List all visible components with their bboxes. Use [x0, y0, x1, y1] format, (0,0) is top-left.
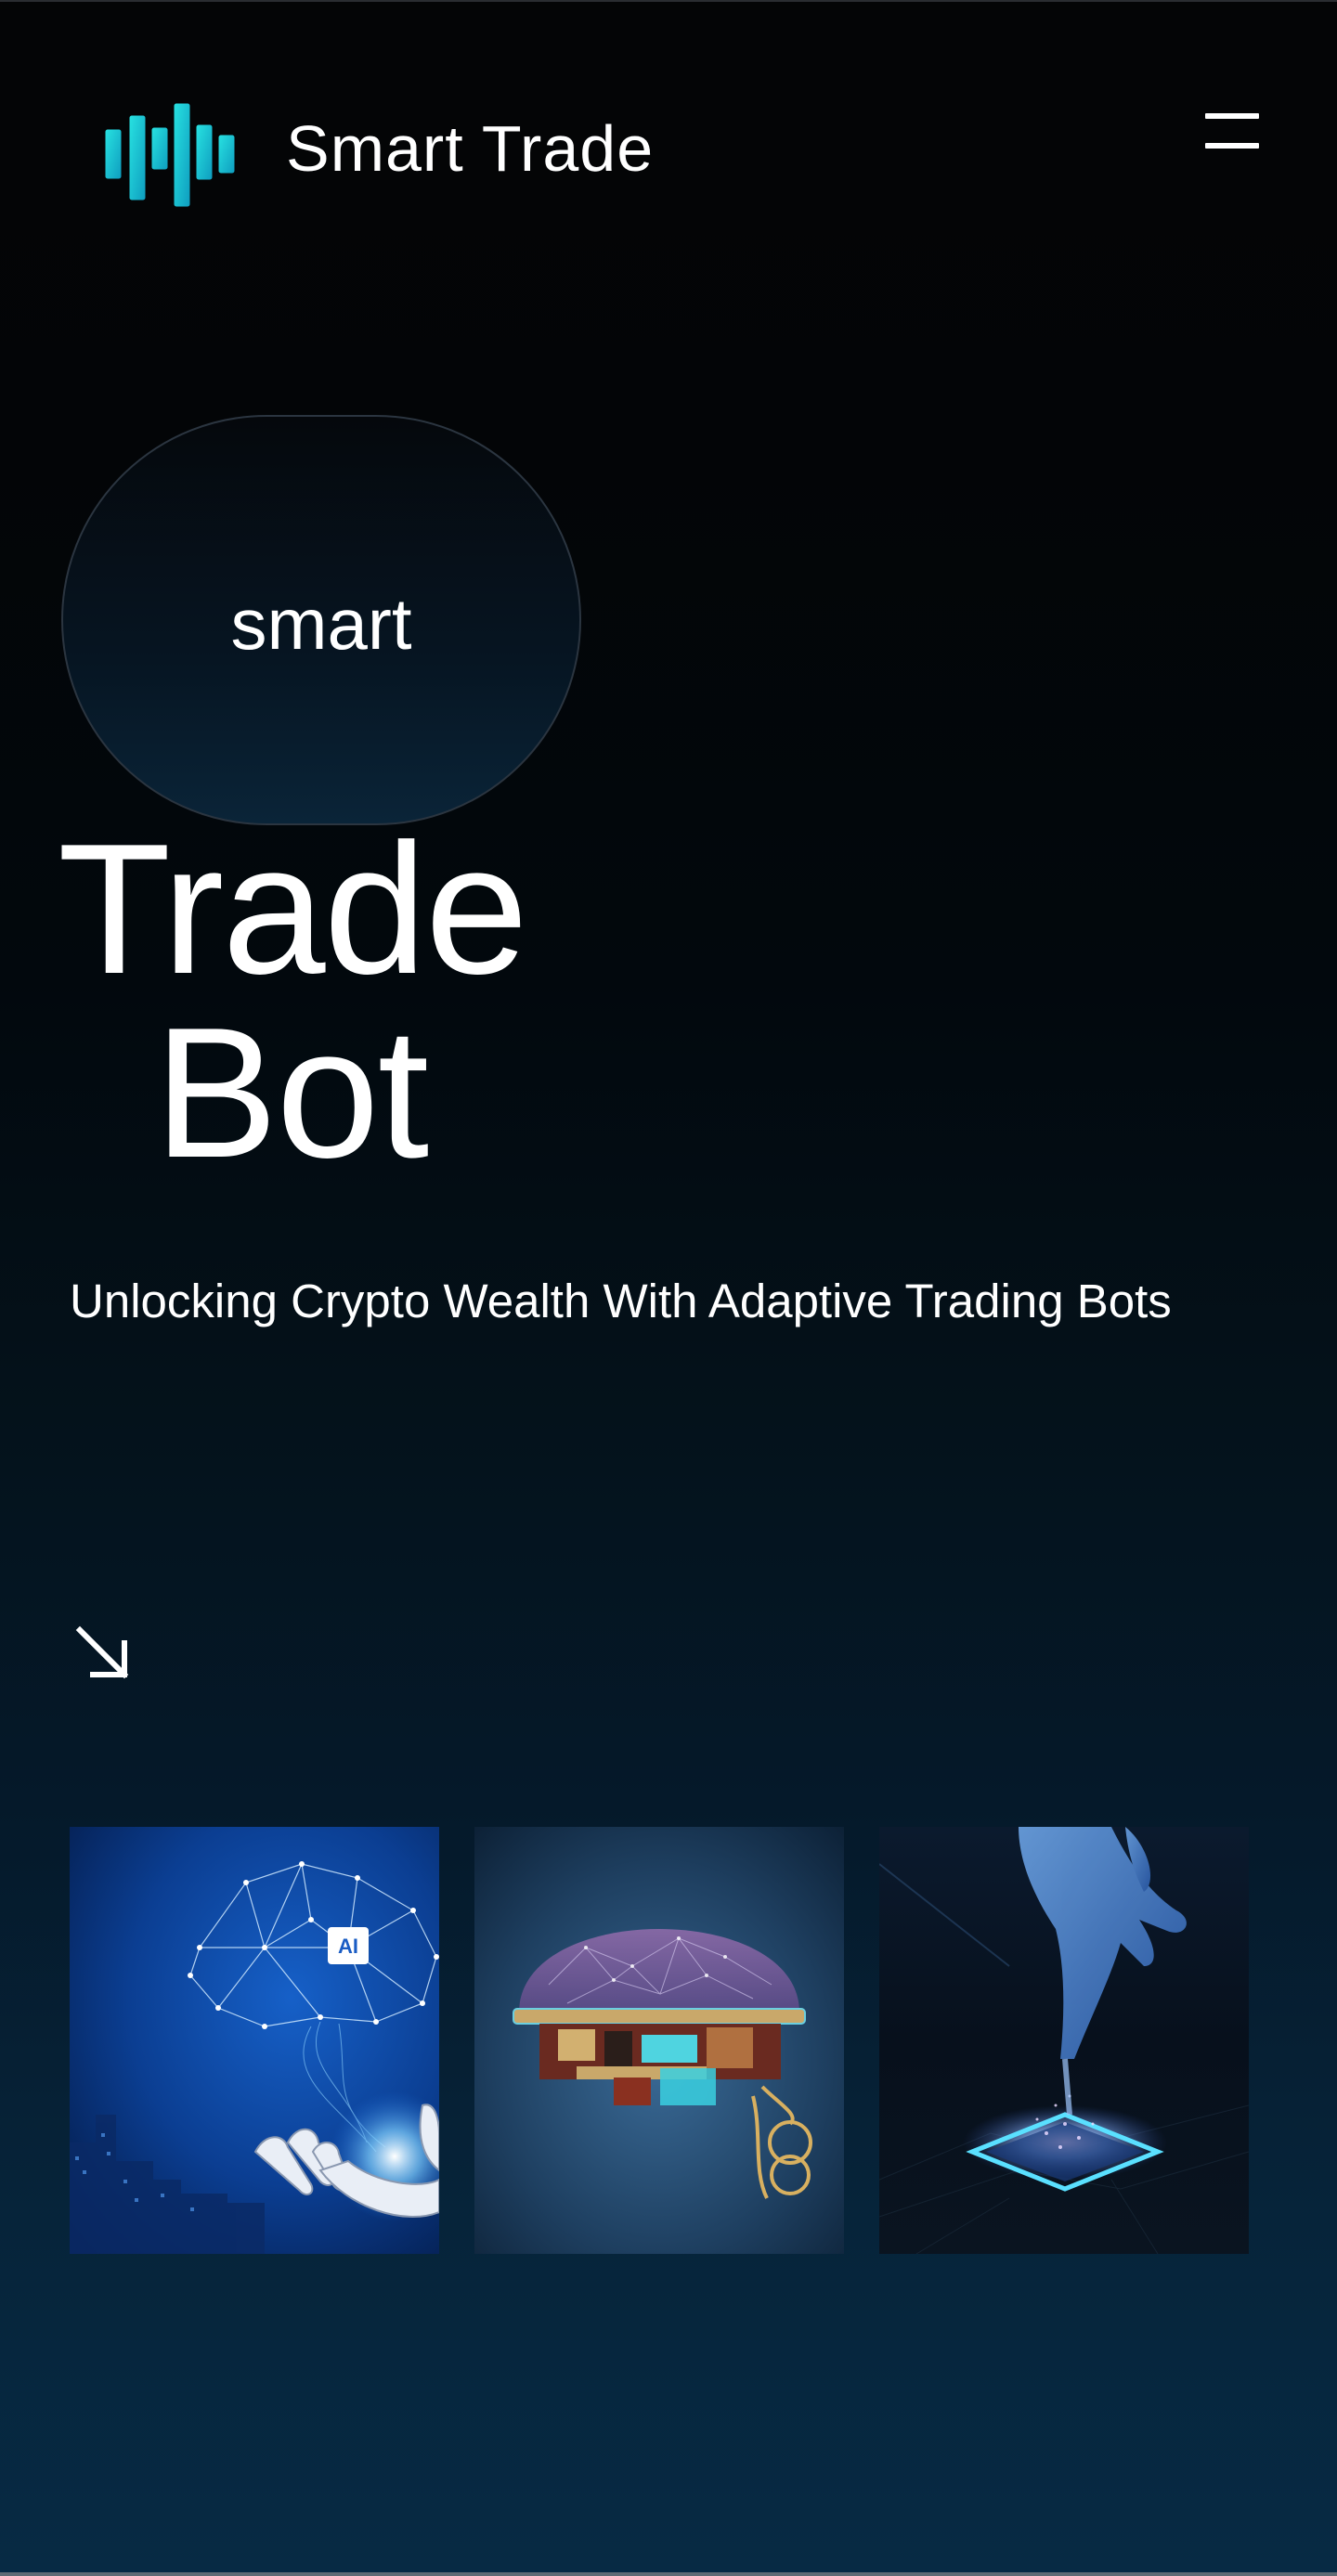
hero-tagline: Unlocking Crypto Wealth With Adaptive Tr… — [70, 1275, 1172, 1327]
site-header: Smart Trade — [0, 0, 1337, 241]
hamburger-menu-icon[interactable] — [1198, 104, 1263, 160]
hand-touching-chip-image[interactable] — [879, 1827, 1249, 2254]
ai-brain-robot-hand-image[interactable]: AI — [70, 1827, 439, 2254]
hero-title-line1: Trade — [58, 806, 528, 1013]
ai-badge-text: AI — [338, 1935, 358, 1958]
image-gallery: AI — [70, 1827, 1249, 2254]
pill-text: smart — [230, 583, 412, 665]
arrow-down-right-icon[interactable] — [72, 1623, 134, 1684]
smart-pill: smart — [61, 415, 581, 825]
menu-line-bottom — [1205, 143, 1259, 149]
page: Smart Trade smart Trade Bot Unlocking Cr… — [0, 0, 1337, 2576]
bottom-border — [0, 2572, 1337, 2576]
hero-title-line2: Bot — [154, 990, 429, 1197]
brand-name[interactable]: Smart Trade — [286, 111, 654, 186]
candlestick-logo-icon[interactable] — [102, 74, 246, 232]
menu-line-top — [1205, 113, 1259, 119]
dome-brain-circuit-image[interactable] — [474, 1827, 844, 2254]
